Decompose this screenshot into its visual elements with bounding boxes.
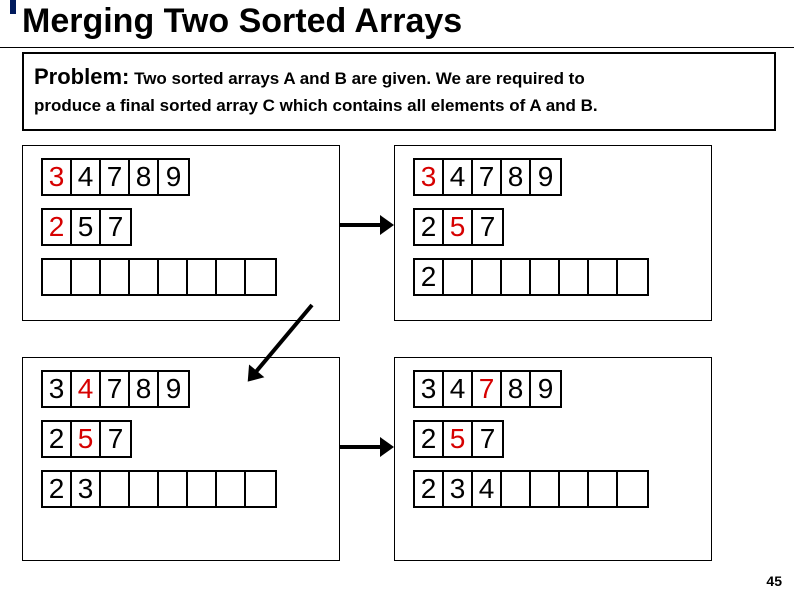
array-cell: 2	[43, 422, 72, 456]
array-cell: 9	[159, 160, 188, 194]
diagram-area: 34789257 347892572 3478925723 3478925723…	[0, 145, 794, 585]
array-cell	[217, 472, 246, 506]
array-cell	[589, 260, 618, 294]
array-row: 234	[413, 470, 649, 508]
array-cell: 3	[415, 372, 444, 406]
array-cell	[502, 472, 531, 506]
array-cell: 8	[502, 160, 531, 194]
array-row: 34789	[413, 370, 562, 408]
array-cell	[72, 260, 101, 294]
array-row: 257	[413, 420, 504, 458]
array-cell	[217, 260, 246, 294]
array-cell: 2	[43, 210, 72, 244]
array-cell: 9	[531, 372, 560, 406]
array-row: 257	[41, 208, 132, 246]
array-cell	[473, 260, 502, 294]
array-cell: 8	[130, 372, 159, 406]
array-row: 23	[41, 470, 277, 508]
step-panel-1: 34789 257	[22, 145, 340, 321]
step-panel-2: 347892572	[394, 145, 712, 321]
array-cell	[43, 260, 72, 294]
array-cell	[101, 472, 130, 506]
title-marker-icon	[10, 0, 16, 14]
array-row: 34789	[41, 370, 190, 408]
array-row: 257	[413, 208, 504, 246]
arrow-step3-to-step4-icon	[340, 445, 382, 449]
step-panel-3: 3478925723	[22, 357, 340, 561]
array-cell: 2	[43, 472, 72, 506]
array-cell: 7	[101, 422, 130, 456]
array-cell	[502, 260, 531, 294]
array-cell: 9	[531, 160, 560, 194]
array-cell: 7	[473, 372, 502, 406]
array-cell	[188, 472, 217, 506]
array-cell	[130, 472, 159, 506]
page-title: Merging Two Sorted Arrays	[22, 2, 794, 41]
array-cell	[246, 260, 275, 294]
array-cell: 7	[101, 210, 130, 244]
array-cell: 4	[473, 472, 502, 506]
array-cell: 8	[502, 372, 531, 406]
array-cell	[560, 472, 589, 506]
array-cell: 5	[72, 422, 101, 456]
array-row: 34789	[413, 158, 562, 196]
array-cell: 7	[101, 160, 130, 194]
array-cell: 7	[101, 372, 130, 406]
array-cell: 4	[444, 372, 473, 406]
array-cell: 2	[415, 422, 444, 456]
array-row	[41, 258, 277, 296]
array-cell	[618, 260, 647, 294]
array-row: 34789	[41, 158, 190, 196]
array-cell	[589, 472, 618, 506]
array-cell: 2	[415, 210, 444, 244]
array-cell	[618, 472, 647, 506]
array-cell: 2	[415, 472, 444, 506]
array-cell	[159, 472, 188, 506]
array-cell	[560, 260, 589, 294]
array-cell: 7	[473, 422, 502, 456]
array-cell	[246, 472, 275, 506]
array-row: 2	[413, 258, 649, 296]
array-cell: 7	[473, 160, 502, 194]
array-cell	[130, 260, 159, 294]
array-cell	[101, 260, 130, 294]
array-cell: 3	[43, 160, 72, 194]
problem-text-line1: Two sorted arrays A and B are given. We …	[129, 69, 584, 88]
problem-statement: Problem: Two sorted arrays A and B are g…	[22, 52, 776, 131]
array-cell: 3	[72, 472, 101, 506]
array-cell: 4	[72, 160, 101, 194]
array-cell	[444, 260, 473, 294]
array-cell: 3	[415, 160, 444, 194]
title-bar: Merging Two Sorted Arrays	[0, 0, 794, 48]
array-cell: 8	[130, 160, 159, 194]
problem-label: Problem:	[34, 64, 129, 89]
array-cell: 7	[473, 210, 502, 244]
problem-text-line2: produce a final sorted array C which con…	[34, 96, 598, 115]
array-cell: 5	[444, 422, 473, 456]
array-cell	[531, 260, 560, 294]
array-cell: 4	[444, 160, 473, 194]
array-cell: 2	[415, 260, 444, 294]
array-cell	[159, 260, 188, 294]
array-cell: 3	[444, 472, 473, 506]
step-panel-4: 34789257234	[394, 357, 712, 561]
array-cell: 4	[72, 372, 101, 406]
array-cell: 9	[159, 372, 188, 406]
arrow-step1-to-step2-icon	[340, 223, 382, 227]
array-cell: 5	[72, 210, 101, 244]
array-cell	[531, 472, 560, 506]
array-cell: 3	[43, 372, 72, 406]
array-cell	[188, 260, 217, 294]
array-row: 257	[41, 420, 132, 458]
array-cell: 5	[444, 210, 473, 244]
page-number: 45	[766, 573, 782, 589]
